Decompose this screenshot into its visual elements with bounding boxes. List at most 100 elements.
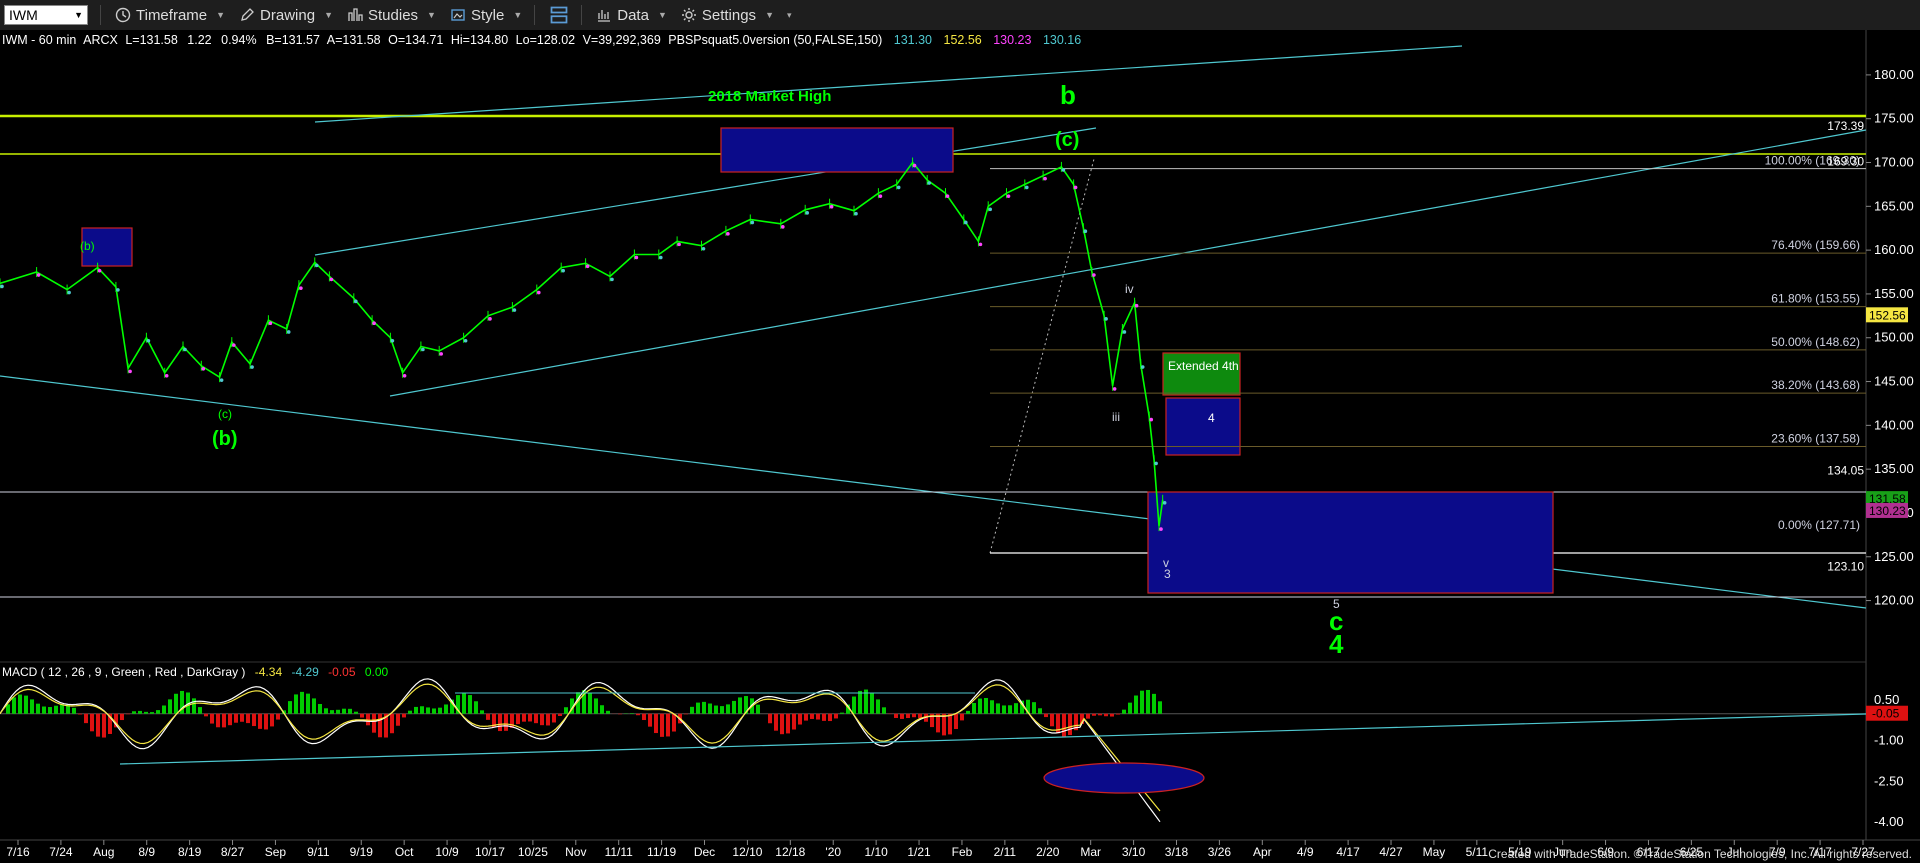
- macd-hist-bar: [816, 713, 820, 720]
- price-dot: [36, 273, 41, 277]
- price-tick-label: 120.00: [1874, 593, 1914, 608]
- macd-hist-bar: [150, 712, 154, 714]
- macd-hist-bar: [24, 695, 28, 714]
- chevron-down-icon[interactable]: ▼: [74, 10, 83, 20]
- header-value-4: 130.16: [1043, 33, 1081, 47]
- macd-hist-bar: [138, 710, 142, 714]
- price-dot: [402, 373, 407, 378]
- macd-hist-bar: [618, 713, 622, 715]
- macd-hist-bar: [306, 693, 310, 714]
- price-marker-label: 169.30: [1827, 155, 1864, 169]
- overflow-icon[interactable]: ▾: [787, 10, 792, 21]
- macd-hist-bar: [96, 713, 100, 737]
- macd-hist-bar: [270, 713, 274, 727]
- macd-hist-bar: [1062, 713, 1066, 737]
- macd-hist-bar: [840, 712, 844, 714]
- time-tick-label: 3/26: [1208, 845, 1232, 859]
- macd-value-2: -4.29: [291, 665, 319, 679]
- macd-hist-bar: [900, 713, 904, 719]
- macd-hist-bar: [684, 713, 688, 715]
- price-marker-label: 173.39: [1827, 119, 1864, 133]
- macd-hist-bar: [132, 711, 136, 714]
- price-dot: [1140, 365, 1145, 369]
- price-tick-label: 140.00: [1874, 417, 1914, 432]
- toolbar-divider: [534, 5, 536, 25]
- wave-c-small-label: (c): [218, 407, 232, 421]
- macd-hist-bar: [588, 692, 592, 714]
- wave-iii-label: iii: [1112, 410, 1120, 424]
- macd-hist-bar: [1038, 708, 1042, 714]
- time-tick-label: 10/9: [435, 845, 459, 859]
- timeframe-button[interactable]: Timeframe ▼: [115, 7, 225, 24]
- time-tick-label: Feb: [952, 845, 973, 859]
- price-dot: [964, 220, 968, 225]
- macd-hist-bar: [996, 703, 1000, 714]
- price-dot: [1043, 176, 1047, 181]
- macd-hist-bar: [546, 713, 550, 726]
- price-dot: [610, 277, 614, 282]
- macd-hist-bar: [42, 706, 46, 714]
- macd-hist-bar: [1086, 713, 1090, 719]
- price-dot: [634, 255, 639, 260]
- style-button[interactable]: Style ▼: [450, 7, 522, 24]
- header-value-1: 131.30: [894, 33, 932, 47]
- time-tick-label: 9/19: [350, 845, 374, 859]
- macd-hist-bar: [312, 698, 316, 714]
- macd-hist-bar: [708, 703, 712, 714]
- macd-hist-bar: [720, 706, 724, 714]
- macd-hist-bar: [534, 713, 538, 724]
- macd-tick-label: -2.50: [1874, 773, 1904, 788]
- header-high: Hi=134.80: [451, 33, 508, 47]
- fib-label: 76.40% (159.66): [1771, 238, 1860, 252]
- price-dot: [67, 290, 71, 295]
- header-ask: A=131.58: [327, 33, 381, 47]
- header-pct: 0.94%: [221, 33, 256, 47]
- macd-hist-bar: [822, 713, 826, 721]
- macd-hist-bar: [414, 706, 418, 714]
- macd-hist-bar: [240, 713, 244, 722]
- symbol-input[interactable]: IWM ▼: [4, 5, 88, 25]
- macd-hist-bar: [228, 713, 232, 726]
- time-tick-label: 11/19: [647, 845, 676, 859]
- price-dot: [116, 288, 120, 292]
- macd-hist-bar: [1110, 713, 1114, 717]
- price-dot: [1162, 501, 1167, 505]
- wave-c-paren-label: (c): [1055, 129, 1079, 151]
- header-value-2: 152.56: [944, 33, 982, 47]
- time-tick-label: May: [1423, 845, 1446, 859]
- time-tick-label: 8/19: [178, 845, 202, 859]
- macd-hist-bar: [1068, 713, 1072, 736]
- time-tick-label: Dec: [694, 845, 715, 859]
- macd-hist-bar: [216, 713, 220, 728]
- drawing-button[interactable]: Drawing ▼: [239, 7, 333, 24]
- macd-hist-bar: [504, 713, 508, 731]
- symbol-value: IWM: [9, 7, 38, 23]
- macd-hist-bar: [660, 713, 664, 737]
- macd-hist-bar: [408, 710, 412, 714]
- price-tag-label: 130.23: [1869, 504, 1906, 518]
- price-dot: [268, 321, 273, 326]
- macd-hist-bar: [354, 711, 358, 714]
- macd-hist-bar: [774, 713, 778, 731]
- price-dot: [232, 343, 236, 347]
- price-chart[interactable]: IWM - 60 min ARCX L=131.58 1.22 0.94% B=…: [0, 30, 1920, 863]
- wave-4-box-label: 4: [1208, 411, 1215, 425]
- macd-hist-bar: [390, 713, 394, 734]
- price-tick-label: 165.00: [1874, 198, 1914, 213]
- price-dot: [1006, 194, 1011, 198]
- studies-button[interactable]: Studies ▼: [347, 7, 436, 24]
- macd-hist-bar: [1134, 695, 1138, 714]
- macd-hist-bar: [498, 713, 502, 732]
- price-tag-label: 152.56: [1869, 308, 1906, 322]
- time-tick-label: '20: [825, 845, 841, 859]
- settings-button[interactable]: Settings ▼ ▾: [681, 7, 792, 24]
- price-dot: [1122, 330, 1127, 334]
- price-dot: [1083, 229, 1088, 234]
- layout-button[interactable]: [549, 5, 569, 25]
- price-dot: [585, 264, 590, 269]
- time-tick-label: 3/18: [1165, 845, 1189, 859]
- macd-hist-bar: [648, 713, 652, 727]
- price-marker-label: 134.05: [1827, 463, 1864, 477]
- price-dot: [854, 211, 858, 216]
- data-button[interactable]: Data ▼: [596, 7, 667, 24]
